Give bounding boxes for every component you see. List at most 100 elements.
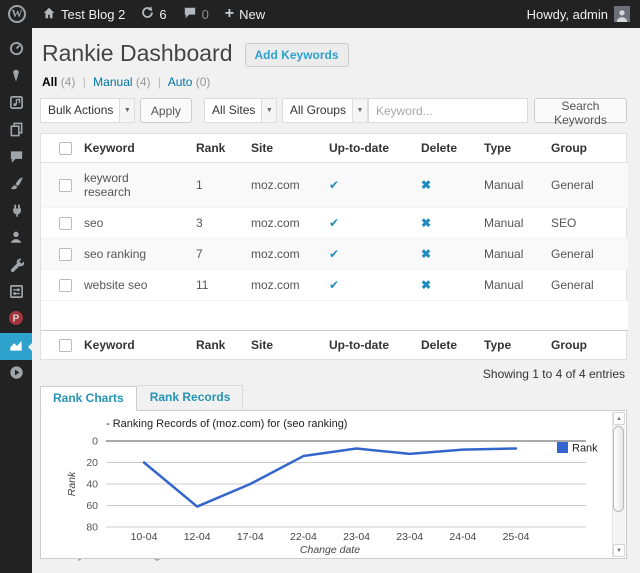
- filter-all-count: (4): [61, 75, 76, 89]
- bulk-actions-select[interactable]: Bulk Actions ▼: [40, 98, 135, 123]
- user-avatar[interactable]: [614, 6, 630, 22]
- cell-rank: 3: [186, 208, 241, 239]
- wordpress-logo-icon: W: [8, 5, 26, 23]
- pages-icon: [9, 122, 24, 140]
- select-all-checkbox[interactable]: [59, 142, 72, 155]
- column-footer-uptodate: Up-to-date: [319, 331, 411, 360]
- svg-text:Rank: Rank: [572, 443, 598, 455]
- row-checkbox[interactable]: [59, 179, 72, 192]
- apply-button[interactable]: Apply: [140, 98, 192, 123]
- chart-tabs: Rank Charts Rank Records: [40, 387, 627, 410]
- filter-all[interactable]: All: [42, 75, 57, 89]
- delete-x-icon[interactable]: ✖: [421, 216, 431, 230]
- all-groups-value: All Groups: [283, 99, 352, 122]
- site-name-menu[interactable]: Test Blog 2: [34, 0, 133, 28]
- pinterest-icon: P: [8, 310, 24, 329]
- svg-text:80: 80: [86, 522, 98, 534]
- keyword-search-input[interactable]: [368, 98, 528, 123]
- sidebar-item-pages[interactable]: [0, 117, 32, 144]
- wordpress-logo-menu[interactable]: W: [0, 0, 34, 28]
- comments-menu[interactable]: 0: [175, 0, 217, 28]
- column-header-delete[interactable]: Delete: [411, 134, 474, 163]
- table-row: website seo 11 moz.com ✔ ✖ Manual Genera…: [41, 270, 628, 301]
- scroll-up-button[interactable]: ▲: [613, 412, 625, 425]
- sidebar-item-posts[interactable]: [0, 63, 32, 90]
- select-all-checkbox[interactable]: [59, 339, 72, 352]
- howdy-label[interactable]: Howdy, admin: [527, 7, 608, 22]
- comment-bubble-icon: [183, 6, 197, 22]
- sidebar-item-settings[interactable]: [0, 279, 32, 306]
- all-groups-select[interactable]: All Groups ▼: [282, 98, 368, 123]
- scrollbar-track[interactable]: [613, 425, 625, 544]
- scroll-down-button[interactable]: ▼: [613, 544, 625, 557]
- main-content: Rankie Dashboard Add Keywords All (4) | …: [32, 28, 640, 573]
- svg-text:12-04: 12-04: [184, 531, 211, 543]
- paintbrush-icon: [9, 176, 24, 194]
- filter-auto[interactable]: Auto: [168, 75, 193, 89]
- new-label: New: [239, 7, 265, 22]
- column-footer-rank: Rank: [186, 331, 241, 360]
- search-keywords-button[interactable]: Search Keywords: [534, 98, 627, 123]
- sidebar-item-tools[interactable]: [0, 252, 32, 279]
- svg-text:20: 20: [86, 457, 98, 469]
- column-header-rank[interactable]: Rank: [186, 134, 241, 163]
- sidebar-item-users[interactable]: [0, 225, 32, 252]
- plugin-icon: [9, 203, 24, 221]
- filter-separator: |: [83, 75, 86, 89]
- svg-text:17-04: 17-04: [237, 531, 264, 543]
- sidebar-item-plugins[interactable]: [0, 198, 32, 225]
- filter-auto-count: (0): [196, 75, 211, 89]
- settings-icon: [9, 284, 24, 302]
- filter-separator: |: [158, 75, 161, 89]
- column-header-type[interactable]: Type: [474, 134, 541, 163]
- column-header-site[interactable]: Site: [241, 134, 319, 163]
- sidebar-item-rankie[interactable]: [0, 333, 32, 360]
- tab-rank-charts[interactable]: Rank Charts: [40, 386, 137, 411]
- scrollbar-thumb[interactable]: [613, 426, 624, 512]
- svg-text:25-04: 25-04: [503, 531, 530, 543]
- sidebar-item-comments[interactable]: [0, 144, 32, 171]
- sidebar-item-dashboard[interactable]: [0, 36, 32, 63]
- updates-count: 6: [159, 7, 166, 22]
- all-sites-select[interactable]: All Sites ▼: [204, 98, 277, 123]
- sidebar-item-video-plugin[interactable]: [0, 360, 32, 387]
- cell-keyword: website seo: [74, 270, 186, 301]
- chevron-down-icon: ▼: [261, 99, 276, 122]
- svg-text:P: P: [13, 314, 20, 325]
- svg-text:Change date: Change date: [300, 544, 360, 556]
- cell-keyword: seo ranking: [74, 239, 186, 270]
- updates-menu[interactable]: 6: [133, 0, 174, 28]
- column-header-uptodate[interactable]: Up-to-date: [319, 134, 411, 163]
- cell-group: General: [541, 163, 628, 208]
- updates-icon: [141, 6, 154, 22]
- delete-x-icon[interactable]: ✖: [421, 247, 431, 261]
- cell-type: Manual: [474, 270, 541, 301]
- delete-x-icon[interactable]: ✖: [421, 278, 431, 292]
- row-checkbox[interactable]: [59, 279, 72, 292]
- row-checkbox[interactable]: [59, 248, 72, 261]
- cell-keyword: keyword research: [74, 163, 186, 208]
- filter-manual[interactable]: Manual: [93, 75, 132, 89]
- svg-text:23-04: 23-04: [396, 531, 423, 543]
- table-toolbar: Bulk Actions ▼ Apply All Sites ▼ All Gro…: [40, 98, 627, 123]
- cell-rank: 11: [186, 270, 241, 301]
- new-content-menu[interactable]: + New: [217, 0, 273, 28]
- row-checkbox[interactable]: [59, 217, 72, 230]
- sidebar-item-appearance[interactable]: [0, 171, 32, 198]
- cell-site: moz.com: [241, 270, 319, 301]
- comments-count: 0: [202, 7, 209, 22]
- cell-site: moz.com: [241, 163, 319, 208]
- table-entries-info: Showing 1 to 4 of 4 entries: [40, 360, 627, 387]
- column-footer-type: Type: [474, 331, 541, 360]
- uptodate-check-icon: ✔: [329, 247, 339, 261]
- svg-text:0: 0: [92, 436, 98, 448]
- sidebar-item-pinterest-plugin[interactable]: P: [0, 306, 32, 333]
- delete-x-icon[interactable]: ✖: [421, 178, 431, 192]
- column-header-keyword[interactable]: Keyword: [74, 134, 186, 163]
- chart-scrollbar[interactable]: ▲ ▼: [612, 412, 625, 557]
- column-header-group[interactable]: Group: [541, 134, 628, 163]
- table-row: seo 3 moz.com ✔ ✖ Manual SEO: [41, 208, 628, 239]
- add-keywords-button[interactable]: Add Keywords: [245, 43, 349, 67]
- tab-rank-records[interactable]: Rank Records: [137, 385, 244, 410]
- sidebar-item-media[interactable]: [0, 90, 32, 117]
